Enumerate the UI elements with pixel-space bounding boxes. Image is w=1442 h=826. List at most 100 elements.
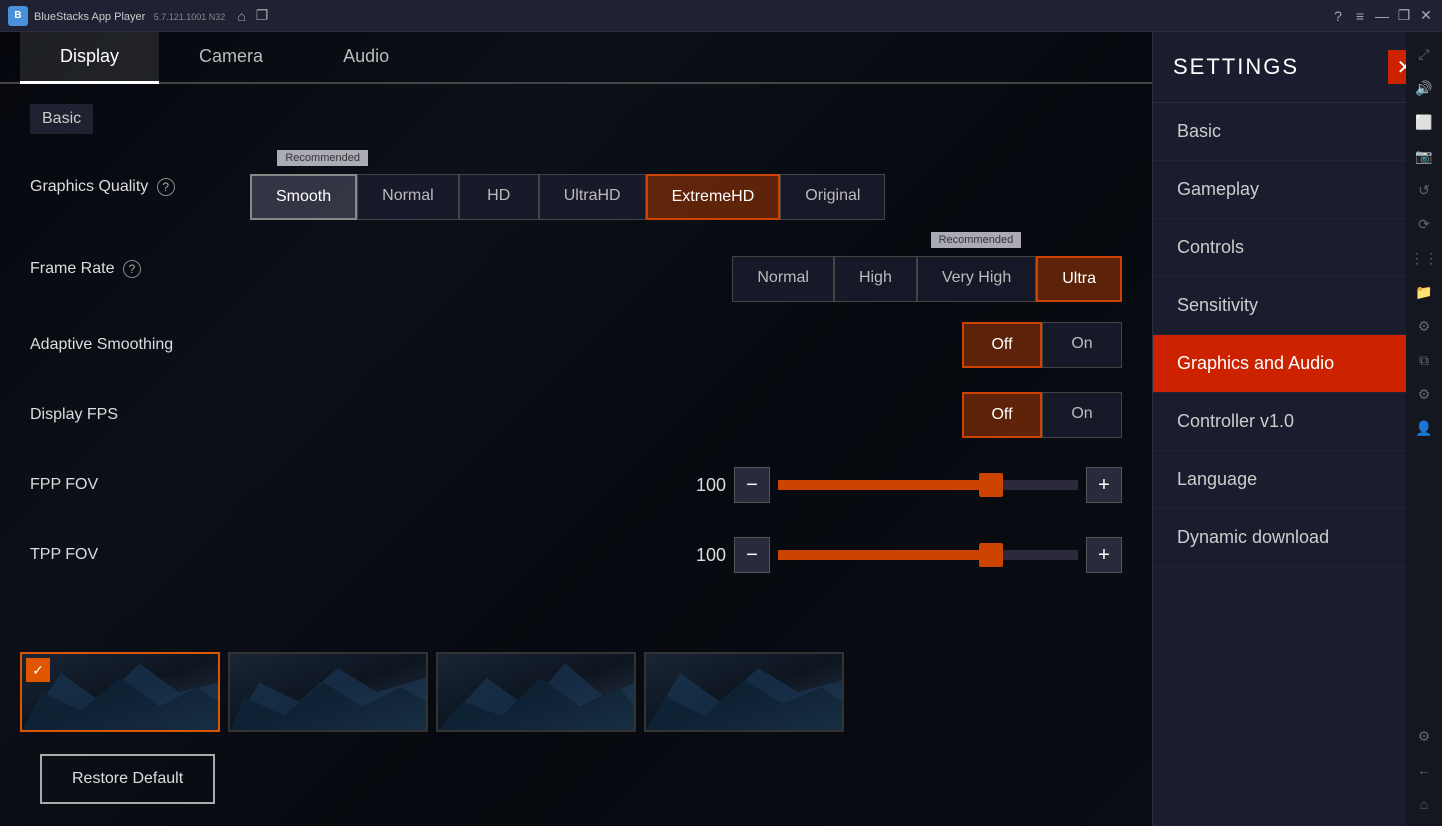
fr-veryhigh[interactable]: Very High — [917, 256, 1036, 302]
display-fps-label: Display FPS — [30, 406, 230, 424]
thumbnail-2[interactable] — [228, 652, 428, 732]
gq-hd[interactable]: HD — [459, 174, 539, 220]
tab-camera[interactable]: Camera — [159, 32, 303, 84]
as-on[interactable]: On — [1042, 322, 1122, 368]
tab-audio[interactable]: Audio — [303, 32, 429, 84]
fpp-fov-label: FPP FOV — [30, 476, 230, 494]
frame-rate-help-icon[interactable]: ? — [123, 260, 141, 278]
refresh-icon[interactable]: ↺ — [1410, 176, 1438, 204]
gq-ultrahd[interactable]: UltraHD — [539, 174, 646, 220]
thumbnail-4-bg — [646, 654, 842, 730]
gq-original[interactable]: Original — [780, 174, 885, 220]
game-panel: Display Camera Audio Basic Graphics Qual… — [0, 32, 1152, 826]
adaptive-smoothing-row: Adaptive Smoothing Off On — [30, 318, 1122, 372]
thumbnail-1-bg: ✓ — [22, 654, 218, 730]
display-fps-group: Off On — [962, 392, 1122, 438]
fpp-fov-row: FPP FOV 100 − + — [30, 458, 1122, 512]
rotate-icon[interactable]: ⟳ — [1410, 210, 1438, 238]
frame-rate-label: Frame Rate ? — [30, 260, 230, 278]
as-off[interactable]: Off — [962, 322, 1042, 368]
recommended-smooth-label: Recommended — [277, 150, 368, 166]
fpp-fov-slider-group: 100 − + — [686, 467, 1122, 503]
tpp-fov-row: TPP FOV 100 − + — [30, 528, 1122, 582]
adaptive-smoothing-label: Adaptive Smoothing — [30, 336, 230, 354]
grid-icon[interactable]: ⋮⋮ — [1410, 244, 1438, 272]
account-icon[interactable]: 👤 — [1410, 414, 1438, 442]
fr-normal[interactable]: Normal — [732, 256, 834, 302]
sidebar-items: Basic Gameplay Controls Sensitivity Grap… — [1153, 103, 1442, 826]
menu-button[interactable]: ≡ — [1352, 8, 1368, 24]
sidebar-item-basic[interactable]: Basic — [1153, 103, 1442, 161]
sidebar-item-controls[interactable]: Controls — [1153, 219, 1442, 277]
frame-rate-row: Frame Rate ? Recommended Normal High Ver… — [30, 236, 1122, 302]
graphics-quality-group: Recommended Smooth Normal HD UltraHD Ext… — [250, 174, 1122, 220]
graphics-quality-row: Graphics Quality ? Recommended Smooth No… — [30, 154, 1122, 220]
tpp-fov-value: 100 — [686, 545, 726, 566]
fr-high[interactable]: High — [834, 256, 917, 302]
gear-icon[interactable]: ⚙ — [1410, 722, 1438, 750]
help-button[interactable]: ? — [1330, 8, 1346, 24]
fullscreen-icon[interactable]: ⤢ — [1410, 40, 1438, 68]
thumbnail-4[interactable] — [644, 652, 844, 732]
volume-icon[interactable]: 🔊 — [1410, 74, 1438, 102]
title-bar: B BlueStacks App Player 5.7.121.1001 N32… — [0, 0, 1442, 32]
restore-default-button[interactable]: Restore Default — [40, 754, 215, 804]
window-controls: ? ≡ — ❐ ✕ — [1330, 8, 1434, 24]
tpp-fov-minus[interactable]: − — [734, 537, 770, 573]
maximize-button[interactable]: ❐ — [1396, 8, 1412, 24]
tpp-fov-thumb[interactable] — [979, 543, 1003, 567]
thumbnail-2-bg — [230, 654, 426, 730]
tpp-fov-fill — [778, 550, 988, 560]
title-bar-icons: ⌂ ❐ — [237, 7, 268, 24]
recommended-fr-label: Recommended — [931, 232, 1022, 248]
fps-on[interactable]: On — [1042, 392, 1122, 438]
graphics-quality-help-icon[interactable]: ? — [157, 178, 175, 196]
sidebar-item-sensitivity[interactable]: Sensitivity — [1153, 277, 1442, 335]
settings2-icon[interactable]: ⚙ — [1410, 380, 1438, 408]
sidebar-item-dynamic-download[interactable]: Dynamic download — [1153, 509, 1442, 567]
macro-icon[interactable]: ⚙ — [1410, 312, 1438, 340]
tpp-fov-plus[interactable]: + — [1086, 537, 1122, 573]
camera-icon[interactable]: 📷 — [1410, 142, 1438, 170]
thumbnail-3[interactable] — [436, 652, 636, 732]
fr-ultra[interactable]: Ultra — [1036, 256, 1122, 302]
thumbnails-row: ✓ — [0, 652, 1152, 732]
sidebar-title: SETTINGS — [1173, 54, 1299, 80]
tab-display[interactable]: Display — [20, 32, 159, 84]
fpp-fov-thumb[interactable] — [979, 473, 1003, 497]
display-fps-row: Display FPS Off On — [30, 388, 1122, 442]
thumbnail-3-bg — [438, 654, 634, 730]
thumbnail-1[interactable]: ✓ — [20, 652, 220, 732]
home-icon[interactable]: ⌂ — [237, 8, 245, 24]
tabs-bar: Display Camera Audio — [0, 32, 1152, 84]
sidebar-item-controller[interactable]: Controller v1.0 — [1153, 393, 1442, 451]
fpp-fov-track[interactable] — [778, 480, 1078, 490]
folder-icon[interactable]: 📁 — [1410, 278, 1438, 306]
section-title: Basic — [30, 104, 93, 134]
clone-icon[interactable]: ❐ — [256, 7, 269, 24]
arrow-left-icon[interactable]: ← — [1410, 756, 1438, 784]
fpp-fov-value: 100 — [686, 475, 726, 496]
fpp-fov-minus[interactable]: − — [734, 467, 770, 503]
minimize-button[interactable]: — — [1374, 8, 1390, 24]
adaptive-smoothing-group: Off On — [962, 322, 1122, 368]
close-button[interactable]: ✕ — [1418, 8, 1434, 24]
layers-icon[interactable]: ⧉ — [1410, 346, 1438, 374]
tpp-fov-track[interactable] — [778, 550, 1078, 560]
fpp-fov-fill — [778, 480, 988, 490]
frame-rate-group: Recommended Normal High Very High Ultra — [732, 256, 1122, 302]
screen-icon[interactable]: ⬜ — [1410, 108, 1438, 136]
sidebar-item-gameplay[interactable]: Gameplay — [1153, 161, 1442, 219]
sidebar-header: SETTINGS ✕ — [1153, 32, 1442, 103]
content-area: Basic Graphics Quality ? Recommended Smo… — [0, 84, 1152, 642]
gq-normal[interactable]: Normal — [357, 174, 459, 220]
fpp-fov-plus[interactable]: + — [1086, 467, 1122, 503]
sidebar-item-language[interactable]: Language — [1153, 451, 1442, 509]
home2-icon[interactable]: ⌂ — [1410, 790, 1438, 818]
sidebar-item-graphics-audio[interactable]: Graphics and Audio — [1153, 335, 1442, 393]
graphics-quality-label: Graphics Quality ? — [30, 178, 230, 196]
gq-smooth[interactable]: Smooth — [250, 174, 357, 220]
app-logo: B — [8, 6, 28, 26]
fps-off[interactable]: Off — [962, 392, 1042, 438]
gq-extremehd[interactable]: ExtremeHD — [646, 174, 781, 220]
